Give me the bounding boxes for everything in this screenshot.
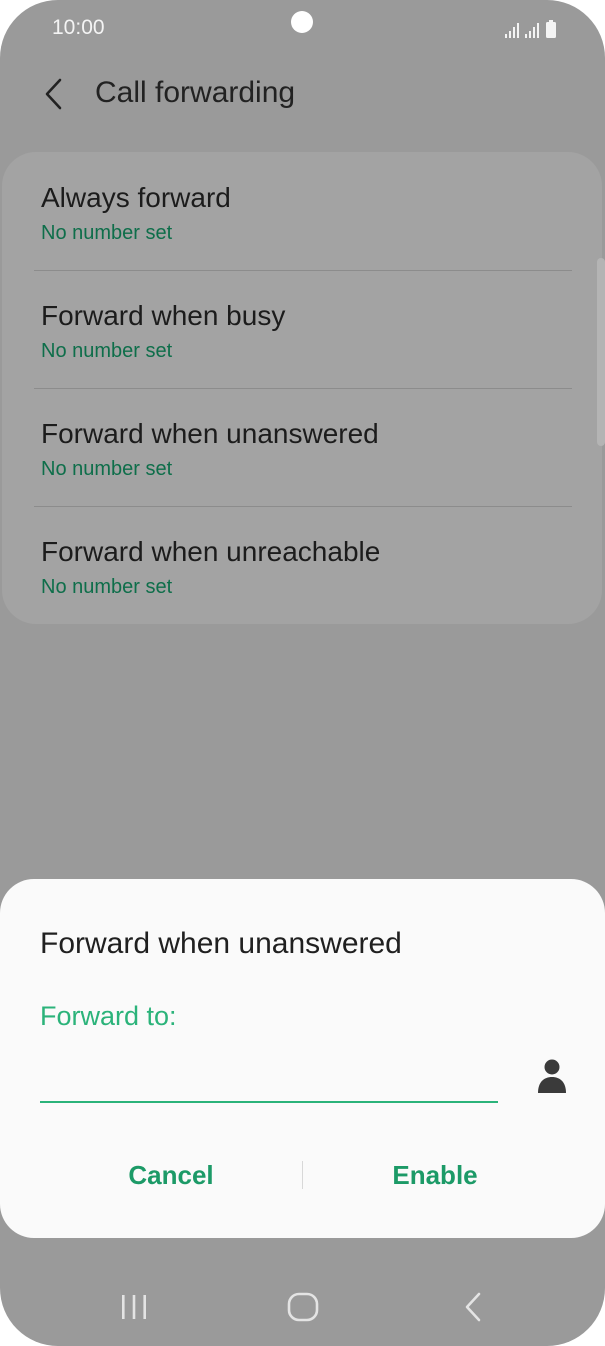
list-item-label: Forward when unreachable — [41, 536, 381, 567]
signal-icon — [525, 23, 539, 38]
call-forwarding-list: Always forward No number set Forward whe… — [2, 152, 602, 624]
contacts-button[interactable] — [531, 1055, 573, 1097]
list-item-forward-when-busy[interactable]: Forward when busy No number set — [2, 270, 602, 388]
list-item-label: Always forward — [41, 182, 231, 213]
back-button[interactable] — [34, 74, 74, 114]
signal-icon — [505, 23, 519, 38]
chevron-left-icon — [45, 78, 62, 110]
nav-back-button[interactable] — [443, 1280, 503, 1334]
list-item-sub: No number set — [41, 576, 173, 598]
list-item-sub: No number set — [41, 222, 173, 244]
list-item-label: Forward when busy — [41, 300, 286, 331]
enable-button[interactable]: Enable — [304, 1153, 566, 1197]
list-item-sub: No number set — [41, 458, 173, 480]
list-item-forward-when-unreachable[interactable]: Forward when unreachable No number set — [2, 506, 602, 624]
cancel-button[interactable]: Cancel — [40, 1153, 302, 1197]
person-icon — [538, 1059, 566, 1093]
dialog-title: Forward when unanswered — [40, 927, 402, 960]
home-icon — [287, 1292, 319, 1322]
phone-screen: 10:00 Call forwarding Always forward No … — [0, 0, 605, 1346]
button-divider — [302, 1161, 303, 1189]
list-item-sub: No number set — [41, 340, 173, 362]
battery-icon — [546, 20, 556, 38]
list-item-forward-when-unanswered[interactable]: Forward when unanswered No number set — [2, 388, 602, 506]
home-button[interactable] — [273, 1280, 333, 1334]
page-title: Call forwarding — [95, 76, 296, 109]
recent-apps-button[interactable] — [104, 1280, 164, 1334]
scrollbar[interactable] — [597, 258, 605, 446]
list-item-always-forward[interactable]: Always forward No number set — [2, 152, 602, 270]
forward-number-input[interactable] — [40, 1051, 498, 1103]
list-item-label: Forward when unanswered — [41, 418, 379, 449]
status-time: 10:00 — [52, 16, 105, 39]
back-icon — [465, 1292, 481, 1322]
status-icons — [505, 18, 557, 38]
camera-cutout — [291, 11, 313, 33]
recent-apps-icon — [122, 1295, 146, 1319]
forward-dialog: Forward when unanswered Forward to: Canc… — [0, 879, 605, 1238]
forward-to-label: Forward to: — [40, 1001, 177, 1031]
